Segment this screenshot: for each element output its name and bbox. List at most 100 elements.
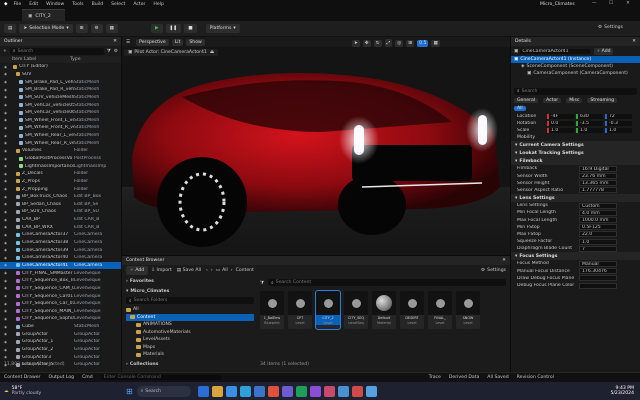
transform-field[interactable]: 630: [576, 113, 603, 119]
column-item-label[interactable]: Item Label: [4, 57, 70, 62]
folder-item[interactable]: ANIMATIONS: [126, 321, 254, 329]
maximize-button[interactable]: ☐: [609, 1, 613, 6]
taskbar-app-icon[interactable]: [254, 385, 266, 397]
outliner-row[interactable]: ◉ Z_Props Folder: [0, 178, 121, 186]
property-value[interactable]: 13.365 mm: [579, 180, 617, 187]
filter-tab-general[interactable]: General: [514, 98, 539, 104]
outliner-row[interactable]: ◉ CineCameraActor41 CineCamera: [0, 261, 121, 270]
folder-item[interactable]: Materials: [126, 351, 254, 359]
minimize-button[interactable]: —: [592, 1, 597, 6]
add-button[interactable]: + Add: [126, 266, 149, 275]
component-instance[interactable]: ▣ CineCameraActor41 (Instance): [511, 56, 640, 64]
visibility-eye-icon[interactable]: ◉: [4, 218, 10, 222]
filter-icon[interactable]: ⧩: [107, 48, 111, 54]
select-icon[interactable]: ➤: [352, 39, 360, 47]
outliner-row[interactable]: ◉ SM_Wheel_Front_L_ve StaticMesh: [0, 116, 121, 124]
blueprint-icon[interactable]: ⚙: [90, 24, 103, 33]
property-value[interactable]: 1000.0 mm: [579, 217, 617, 224]
folder-item[interactable]: All: [126, 306, 254, 314]
filter-icon[interactable]: ⧩: [260, 280, 264, 286]
filter-tab-all[interactable]: All: [514, 106, 526, 112]
outliner-row[interactable]: ◉ GroupActor_1 GroupActor: [0, 338, 121, 346]
visibility-eye-icon[interactable]: ◉: [4, 134, 10, 138]
property-value[interactable]: 7: [579, 245, 617, 252]
outliner-row[interactable]: ◉ SM_Wheel_Rear_R_ve StaticMesh: [0, 139, 121, 147]
menu-item-build[interactable]: Build: [92, 2, 104, 7]
taskbar-app-icon[interactable]: [268, 385, 280, 397]
outliner-row[interactable]: ◉ SM_vehCar_vehicle06 StaticMesh: [0, 109, 121, 117]
visibility-eye-icon[interactable]: ◉: [4, 88, 10, 92]
property-value[interactable]: 0.5F125: [579, 224, 617, 231]
taskbar-app-icon[interactable]: [310, 385, 322, 397]
weather-widget[interactable]: ☁ 58°F Partly cloudy: [0, 386, 60, 396]
visibility-eye-icon[interactable]: ◉: [4, 355, 10, 359]
outliner-row[interactable]: ◉ SM_vehCar_vehicle05 StaticMesh: [0, 101, 121, 109]
visibility-eye-icon[interactable]: ◉: [4, 279, 10, 283]
save-icon[interactable]: ▤: [4, 24, 17, 33]
asset-tile[interactable]: 1_BolEms Blueprint: [260, 291, 284, 329]
outliner-row[interactable]: ◉ CITY_Sequence_Car_01 LevelSeque: [0, 300, 121, 308]
project-section[interactable]: ▾ Micro_Climates: [126, 288, 254, 296]
property-value[interactable]: 1.777778: [579, 187, 617, 194]
outliner-row[interactable]: ◉ CITY_Sequence_CAM_0 LevelSeque: [0, 285, 121, 293]
outliner-row[interactable]: ◉ GroupActor GroupActor: [0, 330, 121, 338]
outliner-row[interactable]: ◉ SM_Wheel_Front_R_ve StaticMesh: [0, 124, 121, 132]
transform-field[interactable]: 1.0: [576, 128, 603, 134]
outliner-row[interactable]: ◉ CineCameraActor38 CineCamera: [0, 239, 121, 247]
visibility-eye-icon[interactable]: ◉: [4, 65, 10, 69]
outliner-row[interactable]: ◉ CITY_Sequence_MAIN_L LevelSeque: [0, 308, 121, 316]
outliner-row[interactable]: ◉ BP_Sedan_Chaos Edit BP_Se: [0, 201, 121, 209]
clock[interactable]: 9:43 PM 5/23/2024: [610, 386, 640, 396]
forward-icon[interactable]: ›: [211, 268, 213, 273]
all-saved-button[interactable]: All Saved: [487, 375, 508, 380]
visibility-eye-icon[interactable]: ◉: [4, 348, 10, 352]
favorites-section[interactable]: › Favorites: [126, 278, 254, 286]
outliner-row[interactable]: ◉ SUV: [0, 71, 121, 79]
platforms-dropdown[interactable]: Platforms ▾: [205, 24, 240, 33]
close-icon[interactable]: ✕: [632, 39, 636, 44]
close-button[interactable]: ✕: [626, 1, 630, 6]
taskbar-app-icon[interactable]: [366, 385, 378, 397]
visibility-eye-icon[interactable]: ◉: [4, 233, 10, 237]
add-component-button[interactable]: + Add: [594, 47, 613, 55]
visibility-eye-icon[interactable]: ◉: [4, 294, 10, 298]
add-content-icon[interactable]: ⊞: [75, 24, 88, 33]
rotate-icon[interactable]: ↻: [373, 39, 382, 47]
lit-button[interactable]: Lit: [171, 39, 184, 46]
console-input[interactable]: Enter Console Command: [100, 375, 221, 380]
folder-item[interactable]: Maps: [126, 344, 254, 352]
outliner-row[interactable]: ◉ CineCameraActor37 CineCamera: [0, 231, 121, 239]
property-value[interactable]: 4.0 mm: [579, 209, 617, 216]
visibility-eye-icon[interactable]: ◉: [4, 332, 10, 336]
menu-item-select[interactable]: Select: [111, 2, 125, 7]
visibility-eye-icon[interactable]: ◉: [4, 202, 10, 206]
menu-item-help[interactable]: Help: [153, 2, 163, 7]
transform-field[interactable]: 0.0: [547, 120, 574, 126]
visibility-eye-icon[interactable]: ◉: [4, 95, 10, 99]
property-value[interactable]: 176.30476: [579, 268, 617, 275]
outliner-row[interactable]: ◉ CITY (Editor): [0, 63, 121, 71]
taskbar-app-icon[interactable]: [352, 385, 364, 397]
settings-button[interactable]: ⚙ Settings: [598, 25, 623, 30]
output-log-button[interactable]: Output Log: [48, 375, 74, 380]
derived-data-button[interactable]: Derived Data: [449, 375, 479, 380]
asset-tile[interactable]: CPT Level: [288, 291, 312, 329]
save-all-button[interactable]: ▤ Save All: [177, 268, 201, 273]
breadcrumb-all[interactable]: All: [222, 268, 228, 273]
scale-icon[interactable]: ⤢: [384, 39, 393, 47]
menu-item-file[interactable]: File: [14, 2, 22, 7]
outliner-row[interactable]: ◉ Volumes Folder: [0, 147, 121, 155]
asset-tile[interactable]: FINAL_ Level: [428, 291, 452, 329]
details-search-input[interactable]: ⌕ Search: [514, 87, 637, 95]
property-value[interactable]: 1.0: [579, 238, 617, 245]
property-value[interactable]: 16:9 Digital: [579, 165, 617, 172]
property-value[interactable]: 23.76 mm: [579, 173, 617, 180]
close-icon[interactable]: ✕: [502, 258, 506, 263]
component-scene[interactable]: ◈ SceneComponent (SceneComponent): [511, 63, 640, 70]
world-icon[interactable]: ◎: [395, 39, 404, 47]
visibility-eye-icon[interactable]: ◉: [4, 241, 10, 245]
property-value[interactable]: Custom: [579, 202, 617, 209]
details-section-header[interactable]: ▾ Filmback: [511, 157, 640, 166]
visibility-eye-icon[interactable]: ◉: [4, 179, 10, 183]
visibility-eye-icon[interactable]: ◉: [4, 317, 10, 321]
